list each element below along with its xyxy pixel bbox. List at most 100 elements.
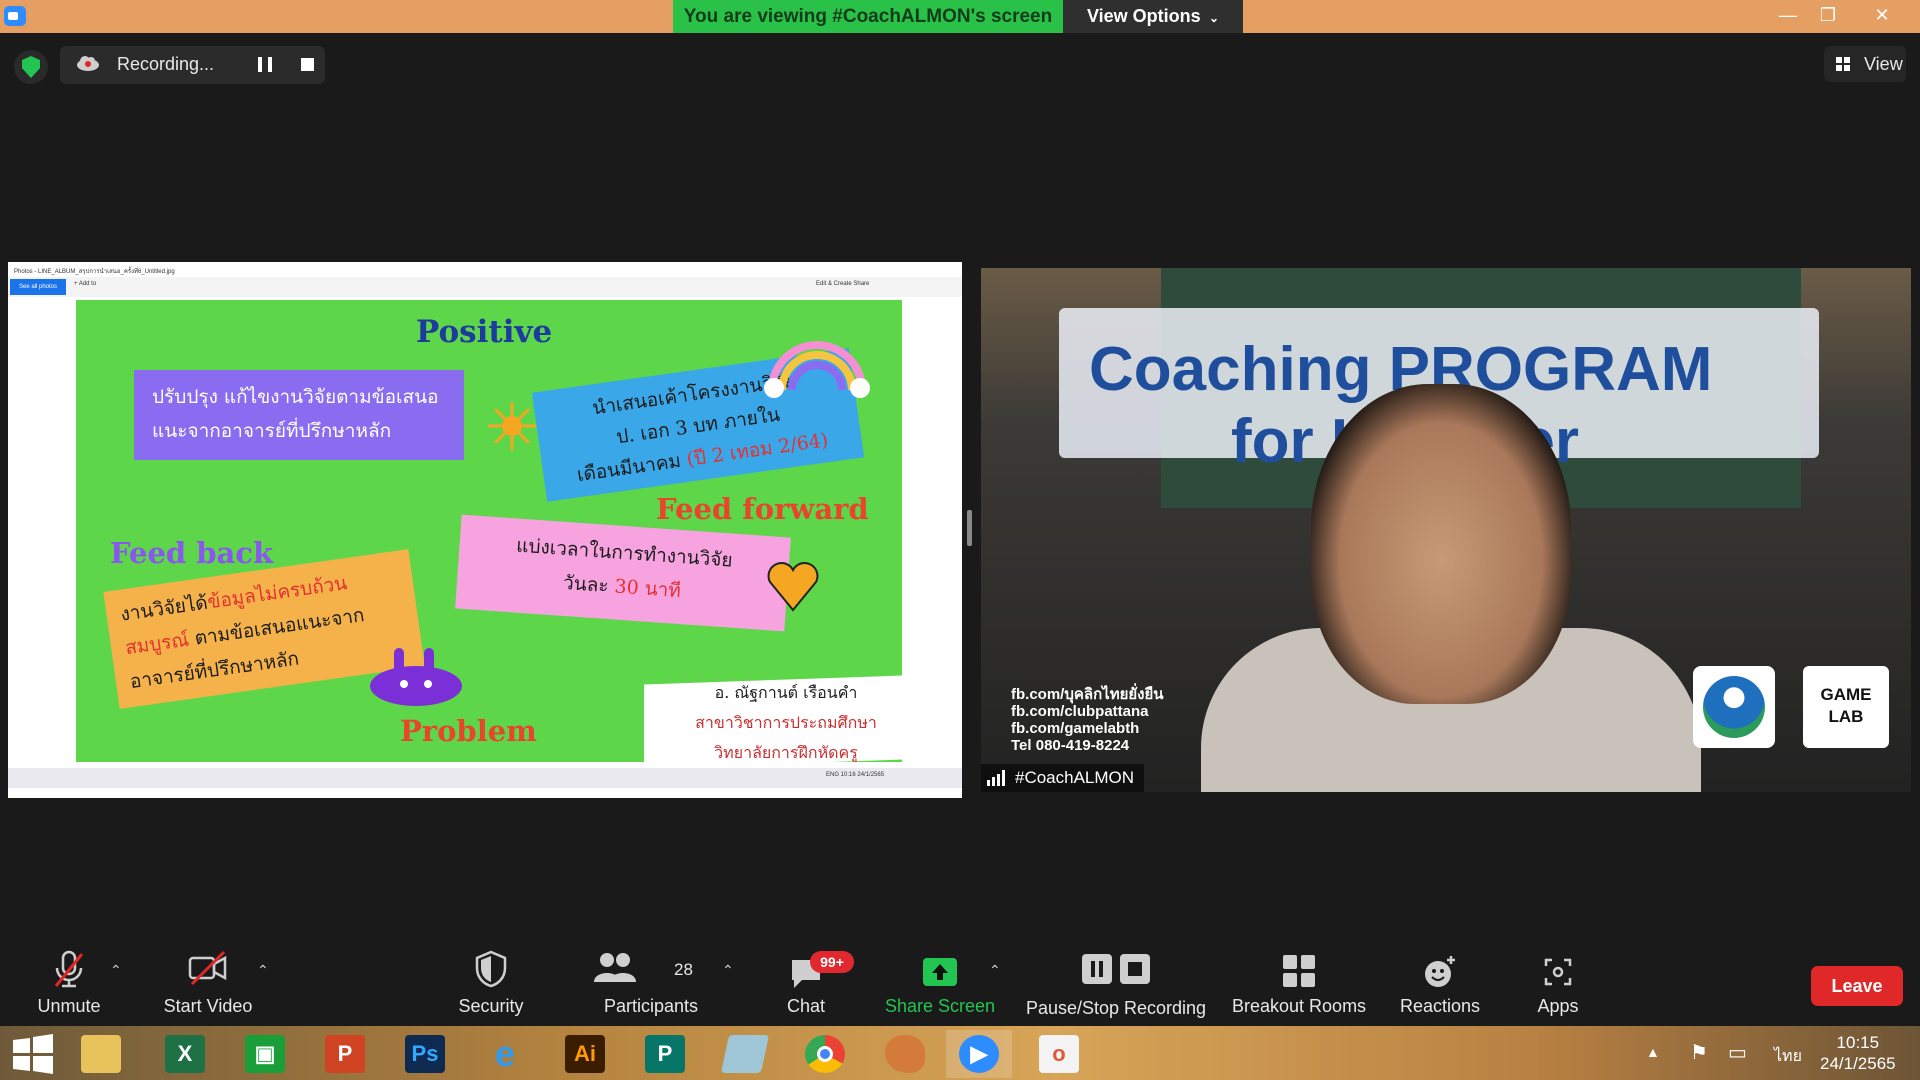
view-options-button[interactable]: View Options ⌄ (1063, 0, 1243, 33)
notepad-icon (720, 1035, 770, 1073)
viewing-banner: You are viewing #CoachALMON's screen (673, 0, 1063, 33)
action-center-flag-icon[interactable]: ⚑ (1690, 1040, 1708, 1065)
taskbar-powerpoint[interactable]: P (312, 1030, 378, 1078)
restore-button[interactable]: ❐ (1808, 0, 1848, 33)
share-screen-icon (923, 958, 957, 986)
slide-title-feed-back: Feed back (110, 536, 274, 570)
pause-stop-recording-label: Pause/Stop Recording (1025, 998, 1207, 1018)
cloud-recording-icon (77, 56, 99, 71)
muted-microphone-icon (54, 950, 84, 988)
photoshop-icon: Ps (405, 1035, 445, 1073)
contact-line: fb.com/clubpattana (1011, 703, 1149, 720)
see-all-photos-button[interactable]: See all photos (10, 279, 66, 295)
taskbar-notepad[interactable] (712, 1030, 778, 1078)
photos-toolbar (8, 277, 962, 297)
add-to-button[interactable]: + Add to (74, 281, 96, 287)
taskbar-zoom[interactable]: ▶ (946, 1030, 1012, 1078)
security-button[interactable]: Security (445, 950, 537, 1024)
breakout-rooms-label: Breakout Rooms (1232, 996, 1367, 1016)
connection-signal-icon (987, 770, 1005, 786)
video-tile[interactable]: Coaching PROGRAM for Lecturer fb.com/บุค… (981, 268, 1911, 792)
network-icon[interactable]: ▭ (1728, 1040, 1747, 1065)
contact-line: fb.com/gamelabth (1011, 720, 1140, 737)
slide-title-positive: Positive (416, 314, 553, 350)
participants-icon (594, 953, 636, 982)
share-screen-label: Share Screen (884, 996, 996, 1016)
unmute-label: Unmute (37, 996, 101, 1016)
view-label: View (1864, 54, 1903, 74)
shared-taskbar (8, 768, 962, 788)
input-language[interactable]: ไทย (1774, 1044, 1802, 1069)
clock-date: 24/1/2565 (1820, 1054, 1896, 1073)
contact-line: Tel 080-419-8224 (1011, 737, 1130, 754)
video-options-caret-icon[interactable]: ⌃ (257, 962, 271, 978)
taskbar-file-explorer[interactable] (68, 1030, 134, 1078)
shield-icon (475, 950, 507, 988)
slide-text-highlight: 30 นาที (613, 575, 682, 603)
share-options-caret-icon[interactable]: ⌃ (989, 962, 1003, 978)
slide-signature-name: อ. ณัฐกานต์ เรือนคำ (714, 683, 858, 702)
video-off-icon (188, 950, 227, 986)
heart-sticker-icon (767, 562, 819, 612)
system-clock[interactable]: 10:15 24/1/2565 (1820, 1032, 1896, 1074)
chat-unread-badge: 99+ (810, 951, 854, 973)
clock-time: 10:15 (1836, 1033, 1880, 1052)
pause-recording-icon[interactable] (258, 57, 272, 72)
emoji-reaction-icon (1425, 956, 1455, 987)
gamelab-logo: GAME LAB (1803, 666, 1889, 748)
taskbar-paint[interactable] (872, 1030, 938, 1078)
publisher-icon: P (645, 1035, 685, 1073)
apps-button[interactable]: Apps (1524, 950, 1592, 1024)
minimize-button[interactable]: — (1768, 0, 1808, 33)
start-video-button[interactable]: Start Video (150, 950, 266, 1024)
breakout-rooms-button[interactable]: Breakout Rooms (1232, 950, 1366, 1024)
taskbar-excel[interactable]: X (152, 1030, 218, 1078)
zoom-icon: ▶ (959, 1035, 999, 1073)
apps-icon (1544, 958, 1572, 986)
photos-window-title: Photos - LINE_ALBUM_สรุปการนำเสนอ_ครั้งท… (14, 269, 175, 275)
leave-button[interactable]: Leave (1811, 966, 1903, 1006)
close-button[interactable]: ✕ (1862, 0, 1902, 33)
university-logo (1693, 666, 1775, 748)
tray-overflow-icon[interactable]: ▲ (1646, 1044, 1660, 1060)
chrome-icon (805, 1035, 845, 1073)
slide-title-problem: Problem (400, 714, 537, 748)
taskbar-internet-explorer[interactable]: e (472, 1030, 538, 1078)
stop-recording-icon[interactable] (301, 58, 314, 71)
start-video-label: Start Video (163, 996, 253, 1016)
photos-tools-right[interactable]: Edit & Create Share (816, 281, 869, 287)
slide-image: Positive ปรับปรุง แก้ไขงานวิจัยตามข้อเสน… (76, 300, 902, 762)
photos-icon: o (1039, 1035, 1079, 1073)
taskbar-photos[interactable]: o (1026, 1030, 1092, 1078)
taskbar-store[interactable]: ▣ (232, 1030, 298, 1078)
unmute-button[interactable]: Unmute (20, 950, 118, 1024)
reactions-button[interactable]: Reactions (1392, 950, 1488, 1024)
rainbow-sticker-icon (764, 341, 870, 398)
slide-text-highlight: สมบูรณ์ (123, 628, 191, 660)
participant-face (1311, 384, 1571, 704)
share-screen-button[interactable]: Share Screen (880, 950, 1000, 1024)
pause-stop-recording-button[interactable]: Pause/Stop Recording (1024, 950, 1208, 1024)
participants-count: 28 (674, 960, 693, 979)
slide-text: ปรับปรุง แก้ไขงานวิจัยตามข้อเสนอ (152, 386, 439, 408)
taskbar-photoshop[interactable]: Ps (392, 1030, 458, 1078)
excel-icon: X (165, 1035, 205, 1073)
split-divider-handle[interactable] (967, 510, 972, 546)
contact-line: fb.com/บุคลิกไทยยั่งยืน (1011, 686, 1164, 703)
slide-signature: อ. ณัฐกานต์ เรือนคำ สาขาวิชาการประถมศึกษ… (676, 678, 896, 762)
internet-explorer-icon: e (494, 1033, 516, 1074)
slide-box-positive: ปรับปรุง แก้ไขงานวิจัยตามข้อเสนอ แนะจากอ… (134, 370, 464, 460)
participants-label: Participants (603, 996, 699, 1016)
slide-signature-school: วิทยาลัยการฝึกหัดครู (714, 743, 858, 762)
apps-label: Apps (1537, 996, 1579, 1016)
taskbar-chrome[interactable] (792, 1030, 858, 1078)
reactions-label: Reactions (1399, 996, 1481, 1016)
participants-options-caret-icon[interactable]: ⌃ (722, 962, 736, 978)
audio-options-caret-icon[interactable]: ⌃ (110, 962, 124, 978)
taskbar-start[interactable] (0, 1030, 66, 1078)
taskbar-publisher[interactable]: P (632, 1030, 698, 1078)
view-options-label: View Options (1086, 6, 1201, 26)
taskbar-illustrator[interactable]: Ai (552, 1030, 618, 1078)
slide-title-feed-forward: Feed forward (656, 492, 869, 526)
security-shield-icon[interactable] (14, 50, 48, 84)
